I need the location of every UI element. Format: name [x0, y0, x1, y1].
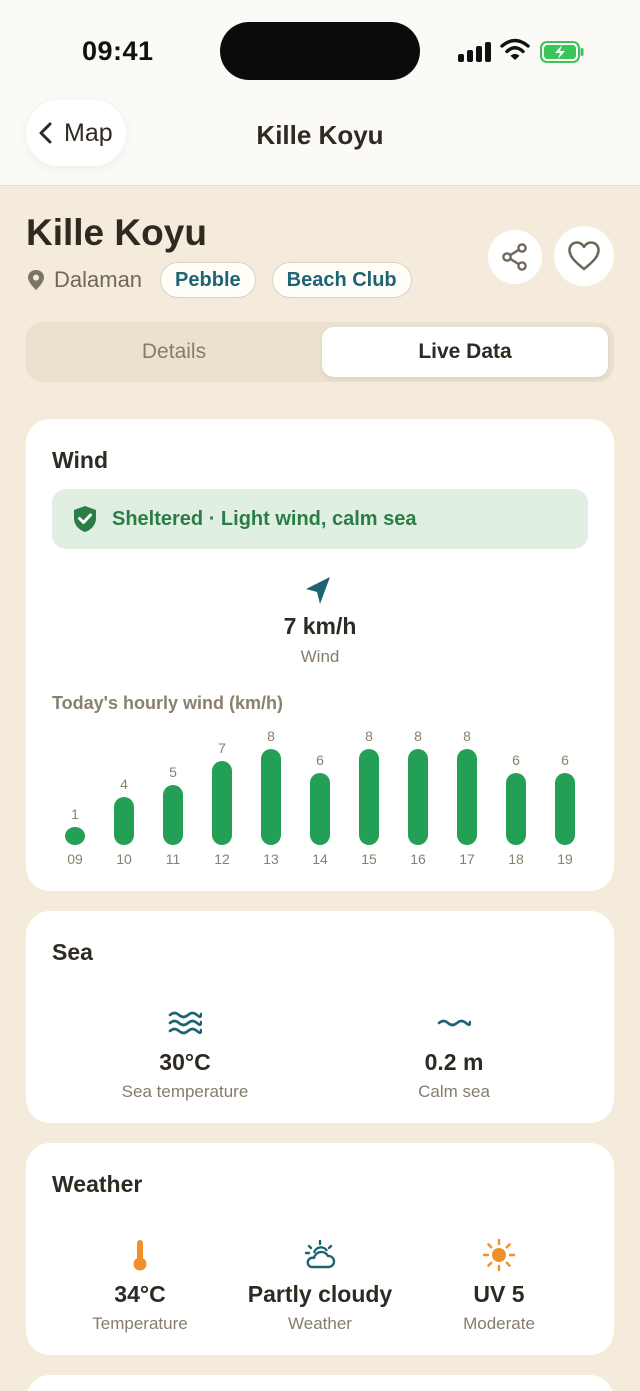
air-temperature-label: Temperature [92, 1314, 188, 1333]
wind-hour-tick-label: 13 [263, 851, 279, 867]
wind-direction-icon [306, 577, 330, 604]
partly-cloudy-icon [304, 1239, 336, 1269]
wind-hour-tick-label: 12 [214, 851, 230, 867]
wind-hour-tick-label: 10 [116, 851, 132, 867]
favorite-button[interactable] [554, 226, 614, 286]
signal-icon [458, 42, 492, 62]
wind-bar-value-label: 8 [414, 728, 422, 744]
wind-speed-label: Wind [300, 647, 340, 666]
wind-status-banner: Sheltered · Light wind, calm sea [52, 489, 588, 549]
nav-title: Kille Koyu [256, 120, 384, 150]
wave-height-label: Calm sea [418, 1082, 490, 1101]
wind-hour-tick-label: 14 [312, 851, 328, 867]
next-card [26, 1375, 614, 1391]
wind-bar-value-label: 4 [120, 776, 128, 792]
thermometer-icon [133, 1240, 147, 1271]
sea-temperature-value: 30°C [159, 1049, 211, 1075]
weather-condition-stat: Partly cloudy Weather [220, 1237, 420, 1334]
location-row: Dalaman Pebble Beach Club [26, 262, 428, 298]
weather-card-title: Weather [52, 1171, 143, 1197]
wave-height-value: 0.2 m [424, 1049, 484, 1075]
wind-bar-18 [506, 773, 526, 845]
dynamic-island [220, 22, 420, 80]
wind-bar-value-label: 7 [218, 740, 226, 756]
wind-hour-tick-label: 17 [459, 851, 475, 867]
map-pin-icon [28, 270, 44, 290]
wind-bar-15 [359, 749, 379, 845]
wind-card: Wind Sheltered · Light wind, calm sea 7 … [26, 419, 614, 891]
calm-wave-icon [437, 1019, 471, 1027]
weather-condition-label: Weather [288, 1314, 352, 1333]
wind-status-text: Sheltered · Light wind, calm sea [112, 507, 417, 530]
wifi-icon [500, 38, 530, 60]
shield-check-icon [74, 506, 96, 532]
view-tabs: Details Live Data [26, 322, 614, 382]
place-title: Kille Koyu [26, 212, 207, 253]
wind-bar-value-label: 1 [71, 806, 79, 822]
sea-card: Sea 30°C Sea temperature 0.2 m Calm sea [26, 911, 614, 1123]
air-temperature-value: 34°C [114, 1281, 166, 1307]
wind-hour-tick-label: 15 [361, 851, 377, 867]
tab-live-data[interactable]: Live Data [322, 327, 608, 377]
status-time: 09:41 [82, 36, 154, 66]
wind-card-title: Wind [52, 447, 108, 473]
wind-bar-09 [65, 827, 85, 845]
tab-details[interactable]: Details [31, 327, 317, 377]
wind-hour-tick-label: 16 [410, 851, 426, 867]
weather-card: Weather 34°C Temperature Partly cloudy W… [26, 1143, 614, 1355]
wave-height-stat: 0.2 m Calm sea [354, 1005, 554, 1102]
battery-icon [540, 41, 584, 63]
wind-bar-11 [163, 785, 183, 845]
uv-index-label: Moderate [463, 1314, 535, 1333]
wind-bar-14 [310, 773, 330, 845]
sea-temperature-label: Sea temperature [121, 1082, 249, 1101]
sea-temperature-stat: 30°C Sea temperature [85, 1005, 285, 1102]
share-icon [502, 243, 527, 271]
tag-chip-beach-club[interactable]: Beach Club [271, 262, 412, 298]
heart-icon [568, 241, 600, 271]
waves-icon [168, 1011, 202, 1035]
weather-condition-value: Partly cloudy [247, 1281, 393, 1307]
wind-hour-tick-label: 09 [67, 851, 83, 867]
wind-bar-13 [261, 749, 281, 845]
wind-hour-tick-label: 19 [557, 851, 573, 867]
chart-caption: Today's hourly wind (km/h) [52, 693, 283, 713]
sea-card-title: Sea [52, 939, 93, 965]
uv-index-value: UV 5 [473, 1281, 525, 1307]
wind-bar-16 [408, 749, 428, 845]
wind-bar-12 [212, 761, 232, 845]
air-temperature-stat: 34°C Temperature [50, 1237, 230, 1334]
wind-hour-tick-label: 11 [166, 851, 181, 867]
wind-bar-19 [555, 773, 575, 845]
top-bar: 09:41 Map Kille Koyu [0, 0, 640, 186]
wind-bar-value-label: 6 [316, 752, 324, 768]
wind-bar-17 [457, 749, 477, 845]
wind-bar-value-label: 8 [365, 728, 373, 744]
wind-bar-10 [114, 797, 134, 845]
hourly-wind-chart: 1 09 4 10 5 11 7 12 8 13 6 14 8 15 8 16 8 17 6 18 6 19 [65, 728, 575, 867]
wind-bar-value-label: 6 [512, 752, 520, 768]
share-button[interactable] [488, 230, 542, 284]
wind-bar-value-label: 6 [561, 752, 569, 768]
wind-bar-value-label: 8 [267, 728, 275, 744]
wind-bar-value-label: 8 [463, 728, 471, 744]
sun-icon [482, 1238, 516, 1272]
wind-speed-value: 7 km/h [283, 613, 357, 639]
location-text: Dalaman [54, 267, 143, 292]
uv-index-stat: UV 5 Moderate [409, 1237, 589, 1334]
tag-chip-pebble[interactable]: Pebble [160, 262, 256, 298]
wind-bar-value-label: 5 [169, 764, 177, 780]
wind-hour-tick-label: 18 [508, 851, 524, 867]
